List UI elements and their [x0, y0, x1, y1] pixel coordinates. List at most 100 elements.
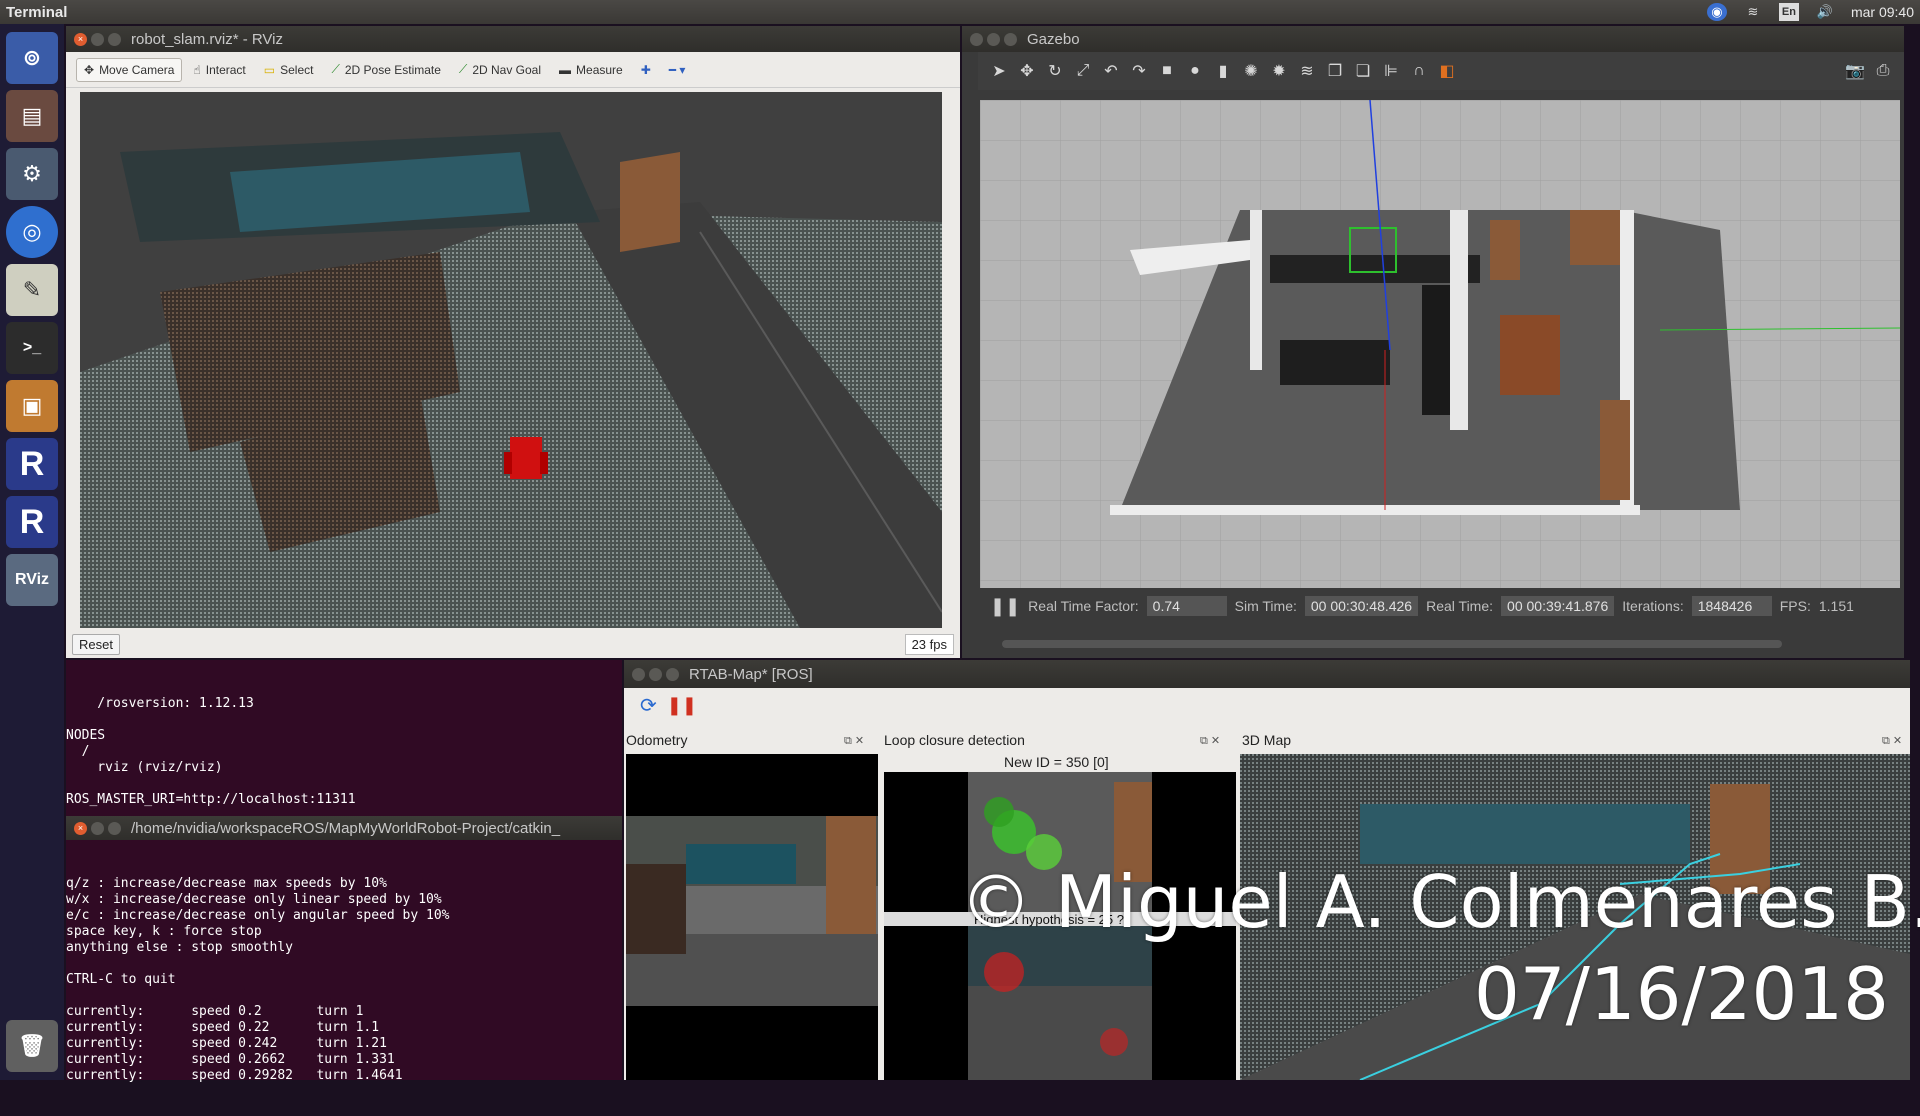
- select-arrow-icon[interactable]: ➤: [988, 60, 1010, 82]
- translate-icon[interactable]: ✥: [1016, 60, 1038, 82]
- odometry-view[interactable]: [626, 754, 878, 1080]
- arrow-icon: ⟋: [458, 62, 468, 76]
- robot-model: [504, 437, 548, 479]
- real-time-value: 00 00:39:41.876: [1501, 596, 1615, 616]
- align-icon[interactable]: ⊫: [1380, 60, 1402, 82]
- point-cloud-render: [80, 92, 942, 628]
- measure-tool[interactable]: ▬ Measure: [552, 59, 630, 81]
- close-icon[interactable]: ×: [74, 821, 87, 835]
- rotate-icon[interactable]: ↻: [1044, 60, 1066, 82]
- maximize-icon[interactable]: [666, 667, 679, 681]
- close-icon[interactable]: ⧉ ✕: [844, 734, 864, 748]
- maximize-icon[interactable]: [1004, 32, 1017, 46]
- clock[interactable]: mar 09:40: [1851, 4, 1914, 20]
- snap-icon[interactable]: ∩: [1408, 60, 1430, 82]
- gazebo-3d-view[interactable]: [980, 100, 1900, 588]
- terminal-lower-window: × /home/nvidia/workspaceROS/MapMyWorldRo…: [66, 816, 622, 1083]
- log-icon[interactable]: ⎙: [1872, 60, 1894, 82]
- window-title: /home/nvidia/workspaceROS/MapMyWorldRobo…: [131, 819, 561, 837]
- keyboard-layout-indicator[interactable]: En: [1778, 3, 1799, 21]
- terminal-output: q/z : increase/decrease max speeds by 10…: [66, 876, 450, 1083]
- undo-icon[interactable]: ↶: [1100, 60, 1122, 82]
- terminal-icon[interactable]: >_: [6, 322, 58, 374]
- refresh-icon[interactable]: ⟳: [640, 693, 657, 718]
- volume-icon[interactable]: 🔊: [1815, 3, 1835, 21]
- close-icon[interactable]: [632, 667, 645, 681]
- box-shape-icon[interactable]: ■: [1156, 60, 1178, 82]
- rtabmap-icon[interactable]: R: [6, 496, 58, 548]
- redo-icon[interactable]: ↷: [1128, 60, 1150, 82]
- spot-light-icon[interactable]: ✹: [1268, 60, 1290, 82]
- close-icon[interactable]: ⧉ ✕: [1882, 734, 1902, 748]
- rviz-3d-view[interactable]: [80, 92, 942, 628]
- trash-icon[interactable]: 🗑: [6, 1020, 58, 1072]
- paste-icon[interactable]: ❏: [1352, 60, 1374, 82]
- minimize-icon[interactable]: [649, 667, 662, 681]
- pause-button[interactable]: ❚❚: [990, 596, 1020, 617]
- maximize-icon[interactable]: [108, 32, 121, 46]
- rtf-label: Real Time Factor:: [1028, 598, 1139, 614]
- hand-icon: ☝: [193, 62, 201, 77]
- wifi-icon[interactable]: ≋: [1743, 3, 1763, 21]
- sim-time-label: Sim Time:: [1234, 598, 1297, 614]
- watermark-credit: © Miguel A. Colmenares B.: [960, 860, 1920, 944]
- watermark-date: 07/16/2018: [1474, 952, 1889, 1036]
- close-icon[interactable]: [970, 32, 983, 46]
- gazebo-statusbar: ❚❚ Real Time Factor: 0.74 Sim Time: 00 0…: [980, 588, 1900, 624]
- terminal-titlebar: × /home/nvidia/workspaceROS/MapMyWorldRo…: [66, 816, 622, 840]
- close-icon[interactable]: ⧉ ✕: [1200, 734, 1220, 748]
- interact-tool[interactable]: ☝ Interact: [186, 59, 252, 81]
- minimize-icon[interactable]: [91, 821, 104, 835]
- fps-value: 1.151: [1818, 598, 1854, 614]
- add-tool-button[interactable]: ✚: [634, 59, 658, 81]
- copy-icon[interactable]: ❐: [1324, 60, 1346, 82]
- camera-icon: ✥: [84, 62, 95, 77]
- scale-icon[interactable]: ⤢: [1072, 60, 1094, 82]
- directional-light-icon[interactable]: ≋: [1296, 60, 1318, 82]
- fps-indicator: 23 fps: [904, 633, 954, 655]
- sphere-shape-icon[interactable]: ●: [1184, 60, 1206, 82]
- minimize-icon[interactable]: [987, 32, 1000, 46]
- cylinder-shape-icon[interactable]: ▮: [1212, 60, 1234, 82]
- window-title: RTAB-Map* [ROS]: [689, 665, 813, 683]
- reset-button[interactable]: Reset: [72, 633, 120, 655]
- rviz-titlebar: × robot_slam.rviz* - RViz: [66, 26, 960, 52]
- close-icon[interactable]: ×: [74, 32, 87, 46]
- remove-tool-button[interactable]: ━ ▾: [662, 59, 693, 81]
- chromium-icon[interactable]: ◎: [6, 206, 58, 258]
- text-editor-icon[interactable]: ✎: [6, 264, 58, 316]
- change-view-icon[interactable]: ◧: [1436, 60, 1458, 82]
- gazebo-scrollbar[interactable]: [1002, 640, 1782, 648]
- terminal-output-area[interactable]: q/z : increase/decrease max speeds by 10…: [66, 842, 622, 1083]
- rtabmap-titlebar: RTAB-Map* [ROS]: [624, 660, 1910, 688]
- pose-estimate-tool[interactable]: ⟋ 2D Pose Estimate: [324, 58, 447, 81]
- ubuntu-logo-icon[interactable]: ⊚: [6, 32, 58, 84]
- real-time-label: Real Time:: [1426, 598, 1494, 614]
- chromium-tray-icon[interactable]: ◉: [1706, 3, 1727, 21]
- gazebo-world-render: [980, 100, 1900, 588]
- odometry-panel-label: Odometry: [626, 732, 688, 748]
- rviz-icon[interactable]: RViz: [6, 554, 58, 606]
- select-icon: ▭: [263, 62, 276, 77]
- maximize-icon[interactable]: [108, 821, 121, 835]
- system-settings-icon[interactable]: ⚙: [6, 148, 58, 200]
- screenshot-icon[interactable]: 📷: [1844, 60, 1866, 82]
- pause-icon[interactable]: ❚❚: [667, 695, 697, 716]
- files-icon[interactable]: ▤: [6, 90, 58, 142]
- nav-goal-tool[interactable]: ⟋ 2D Nav Goal: [452, 58, 548, 81]
- rtabmap-icon[interactable]: R: [6, 438, 58, 490]
- terminal-upper[interactable]: /rosversion: 1.12.13 NODES / rviz (rviz/…: [66, 660, 622, 839]
- rviz-statusbar: Reset 23 fps: [66, 630, 960, 658]
- move-camera-tool[interactable]: ✥ Move Camera: [76, 57, 183, 82]
- window-title: Gazebo: [1027, 30, 1080, 48]
- window-title: robot_slam.rviz* - RViz: [131, 30, 283, 48]
- top-panel: Terminal ◉ ≋ En 🔊 mar 09:40: [0, 0, 1920, 24]
- package-icon[interactable]: ▣: [6, 380, 58, 432]
- point-light-icon[interactable]: ✺: [1240, 60, 1262, 82]
- active-app-title: Terminal: [6, 3, 68, 21]
- new-id-label: New ID = 350 [0]: [1004, 754, 1109, 770]
- rtabmap-toolbar: ⟳ ❚❚: [624, 688, 1910, 722]
- select-tool[interactable]: ▭ Select: [257, 59, 321, 81]
- map3d-panel-label: 3D Map: [1242, 732, 1292, 748]
- minimize-icon[interactable]: [91, 32, 104, 46]
